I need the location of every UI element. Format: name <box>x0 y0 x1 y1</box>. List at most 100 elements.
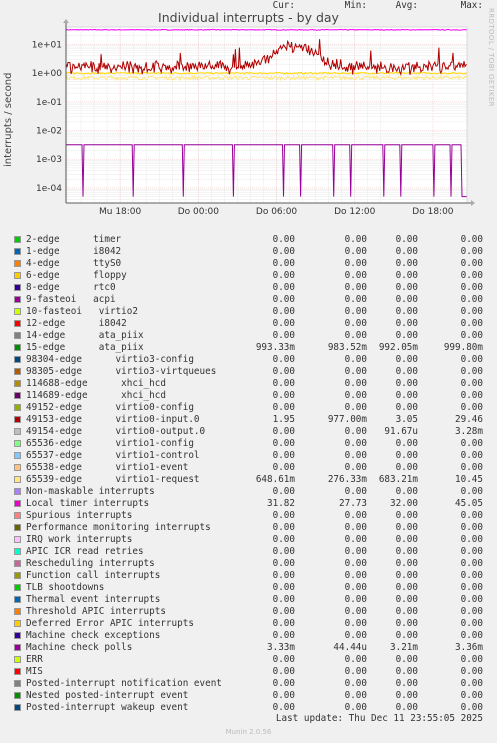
legend-max: 0.00 <box>460 582 483 593</box>
legend-max: 0.00 <box>460 690 483 701</box>
legend-cur: 0.00 <box>272 630 295 641</box>
legend-swatch <box>14 308 21 315</box>
y-tick-label: 1e-01 <box>36 98 62 108</box>
legend-swatch <box>14 536 21 543</box>
legend-label: 65538-edge virtio1-event <box>26 462 189 473</box>
legend-min: 0.00 <box>344 618 367 629</box>
legend-label: 2-edge timer <box>26 234 122 245</box>
legend-cur: 0.00 <box>272 282 295 293</box>
legend-swatch <box>14 404 21 411</box>
legend-label: 14-edge ata_piix <box>26 330 144 341</box>
legend-cur: 0.00 <box>272 234 295 245</box>
legend-label: Spurious interrupts <box>26 510 133 521</box>
legend-label: Posted-interrupt notification event <box>26 678 222 689</box>
legend-cur: 0.00 <box>272 402 295 413</box>
legend-row: Machine check polls 3.33m 44.44u 3.21m 3.36m <box>0 642 497 654</box>
legend-swatch <box>14 668 21 675</box>
legend-label: 8-edge rtc0 <box>26 282 116 293</box>
legend-cur: 0.00 <box>272 534 295 545</box>
legend-row: Function call interrupts 0.00 0.00 0.00 0.00 <box>0 570 497 582</box>
legend-avg: 0.00 <box>395 330 418 341</box>
legend-avg: 0.00 <box>395 366 418 377</box>
legend-row: 114688-edge xhci_hcd 0.00 0.00 0.00 0.00 <box>0 378 497 390</box>
legend-row: Spurious interrupts 0.00 0.00 0.00 0.00 <box>0 510 497 522</box>
header-avg: Avg: <box>395 0 418 11</box>
legend-cur: 0.00 <box>272 702 295 713</box>
legend-label: 15-edge ata_piix <box>26 342 144 353</box>
legend-row: Rescheduling interrupts 0.00 0.00 0.00 0.00 <box>0 558 497 570</box>
legend-cur: 0.00 <box>272 426 295 437</box>
legend-swatch <box>14 692 21 699</box>
legend-cur: 0.00 <box>272 570 295 581</box>
legend-cur: 0.00 <box>272 654 295 665</box>
y-tick-label: 1e+01 <box>32 40 62 50</box>
legend-row: 14-edge ata_piix 0.00 0.00 0.00 0.00 <box>0 330 497 342</box>
legend-max: 0.00 <box>460 462 483 473</box>
legend-avg: 0.00 <box>395 258 418 269</box>
legend-avg: 0.00 <box>395 294 418 305</box>
legend-row: 10-fasteoi virtio2 0.00 0.00 0.00 0.00 <box>0 306 497 318</box>
legend-cur: 0.00 <box>272 294 295 305</box>
header-cur: Cur: <box>272 0 295 11</box>
legend-cur: 0.00 <box>272 558 295 569</box>
legend-row: IRQ work interrupts 0.00 0.00 0.00 0.00 <box>0 534 497 546</box>
legend-label: 65536-edge virtio1-config <box>26 438 194 449</box>
legend-avg: 0.00 <box>395 558 418 569</box>
legend-cur: 31.82 <box>267 498 295 509</box>
legend-max: 0.00 <box>460 282 483 293</box>
legend-min: 276.33m <box>327 474 367 485</box>
legend-max: 29.46 <box>455 414 483 425</box>
legend-avg: 0.00 <box>395 270 418 281</box>
legend-min: 0.00 <box>344 270 367 281</box>
legend-row: Performance monitoring interrupts 0.00 0.0… <box>0 522 497 534</box>
legend-avg: 0.00 <box>395 702 418 713</box>
legend-avg: 0.00 <box>395 546 418 557</box>
last-update: Last update: Thu Dec 11 23:55:05 2025 <box>275 713 483 724</box>
legend-cur: 0.00 <box>272 270 295 281</box>
legend-cur: 0.00 <box>272 606 295 617</box>
legend-avg: 0.00 <box>395 654 418 665</box>
legend-avg: 3.21m <box>390 642 418 653</box>
legend-min: 0.00 <box>344 450 367 461</box>
legend-row: Thermal event interrupts 0.00 0.00 0.00 0.00 <box>0 594 497 606</box>
legend-label: Posted-interrupt wakeup event <box>26 702 189 713</box>
legend-min: 0.00 <box>344 510 367 521</box>
legend-cur: 0.00 <box>272 258 295 269</box>
legend-min: 0.00 <box>344 486 367 497</box>
legend-max: 0.00 <box>460 234 483 245</box>
y-tick-label: 1e-02 <box>36 127 62 137</box>
legend-row: Nested posted-interrupt event 0.00 0.00 0.0… <box>0 690 497 702</box>
legend-cur: 0.00 <box>272 390 295 401</box>
legend-max: 45.05 <box>455 498 483 509</box>
legend-max: 0.00 <box>460 258 483 269</box>
legend-avg: 0.00 <box>395 570 418 581</box>
legend-avg: 0.00 <box>395 534 418 545</box>
legend-cur: 0.00 <box>272 318 295 329</box>
legend-cur: 0.00 <box>272 690 295 701</box>
legend-avg: 0.00 <box>395 282 418 293</box>
plot-area <box>66 27 467 203</box>
legend-swatch <box>14 620 21 627</box>
legend-swatch <box>14 428 21 435</box>
legend-max: 0.00 <box>460 486 483 497</box>
legend-max: 0.00 <box>460 402 483 413</box>
legend-label: ERR <box>26 654 43 665</box>
legend-swatch <box>14 452 21 459</box>
legend-swatch <box>14 704 21 711</box>
legend-row: 4-edge ttyS0 0.00 0.00 0.00 0.00 <box>0 258 497 270</box>
legend-label: Deferred Error APIC interrupts <box>26 618 194 629</box>
legend-row: 12-edge i8042 0.00 0.00 0.00 0.00 <box>0 318 497 330</box>
legend-min: 0.00 <box>344 594 367 605</box>
legend-max: 3.36m <box>455 642 483 653</box>
legend-max: 0.00 <box>460 570 483 581</box>
legend-min: 0.00 <box>344 522 367 533</box>
legend-max: 0.00 <box>460 606 483 617</box>
legend-min: 0.00 <box>344 366 367 377</box>
legend-min: 0.00 <box>344 318 367 329</box>
legend-avg: 3.05 <box>395 414 418 425</box>
legend-swatch <box>14 644 21 651</box>
legend-min: 0.00 <box>344 630 367 641</box>
legend-swatch <box>14 440 21 447</box>
legend-swatch <box>14 512 21 519</box>
legend-swatch <box>14 584 21 591</box>
